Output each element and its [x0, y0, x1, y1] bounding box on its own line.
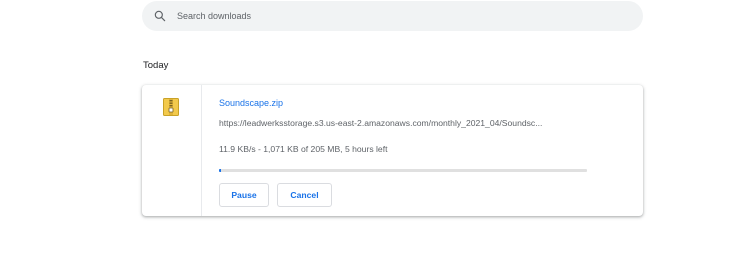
- search-bar[interactable]: [142, 1, 643, 31]
- cancel-button[interactable]: Cancel: [277, 183, 332, 207]
- download-url: https://leadwerksstorage.s3.us-east-2.am…: [219, 118, 543, 128]
- search-input[interactable]: [177, 11, 607, 21]
- search-icon[interactable]: [153, 9, 167, 23]
- download-item: Soundscape.zip https://leadwerksstorage.…: [142, 85, 643, 216]
- download-status: 11.9 KB/s - 1,071 KB of 205 MB, 5 hours …: [219, 144, 388, 154]
- progress-bar-fill: [219, 169, 221, 172]
- date-section-label: Today: [143, 60, 169, 71]
- file-name-link[interactable]: Soundscape.zip: [219, 98, 283, 108]
- file-icon-column: [142, 85, 202, 216]
- progress-bar: [219, 169, 587, 172]
- zip-file-icon: [163, 98, 179, 116]
- pause-button[interactable]: Pause: [219, 183, 269, 207]
- downloads-page: Today Soundscape.zip https://leadwerksst…: [0, 0, 750, 274]
